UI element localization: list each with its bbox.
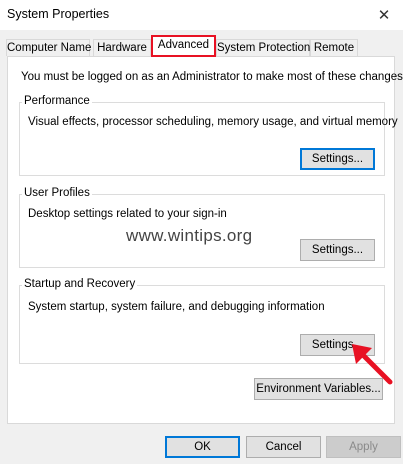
system-properties-window: System Properties ✕ Computer Name Hardwa… (0, 0, 403, 464)
startup-recovery-description: System startup, system failure, and debu… (28, 301, 325, 313)
startup-recovery-group-title: Startup and Recovery (22, 278, 138, 290)
red-arrow-icon (352, 344, 393, 385)
performance-description: Visual effects, processor scheduling, me… (28, 116, 398, 128)
tab-system-protection[interactable]: System Protection (216, 39, 310, 56)
tab-hardware[interactable]: Hardware (93, 39, 151, 56)
wintips-watermark: www.wintips.org (126, 226, 253, 245)
performance-settings-button[interactable]: Settings... (300, 148, 375, 170)
close-button[interactable]: ✕ (365, 0, 403, 30)
admin-notice: You must be logged on as an Administrato… (21, 71, 403, 83)
window-title: System Properties (7, 7, 110, 21)
user-profiles-group-title: User Profiles (22, 187, 92, 199)
ok-button[interactable]: OK (165, 436, 240, 458)
user-profiles-settings-button[interactable]: Settings... (300, 239, 375, 261)
close-icon: ✕ (377, 7, 391, 24)
performance-group: Performance Visual effects, processor sc… (19, 95, 398, 176)
title-bar: System Properties ✕ (0, 0, 403, 30)
tab-strip: Computer Name Hardware Advanced System P… (0, 30, 403, 57)
tab-computer-name[interactable]: Computer Name (6, 39, 91, 56)
performance-group-title: Performance (22, 95, 92, 107)
tab-remote[interactable]: Remote (310, 39, 358, 56)
apply-button[interactable]: Apply (326, 436, 401, 458)
startup-recovery-group: Startup and Recovery System startup, sys… (19, 278, 385, 364)
cancel-button[interactable]: Cancel (246, 436, 321, 458)
tab-advanced[interactable]: Advanced (151, 35, 216, 57)
user-profiles-description: Desktop settings related to your sign-in (28, 208, 227, 220)
